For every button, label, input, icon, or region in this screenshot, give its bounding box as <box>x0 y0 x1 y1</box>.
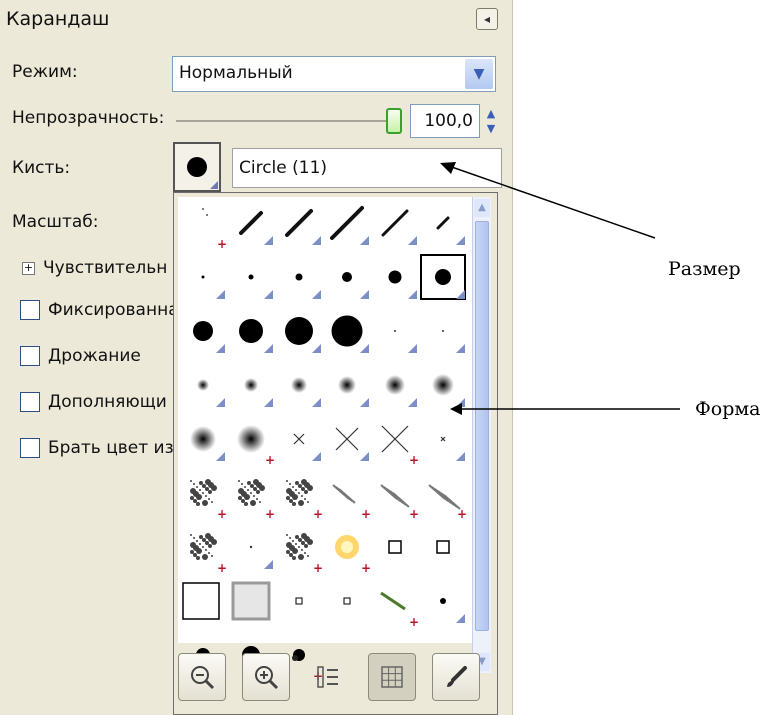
size-callout-label: Размер <box>668 258 741 280</box>
annotation-arrows <box>440 162 680 415</box>
size-arrow-line <box>445 164 656 239</box>
shape-arrowhead <box>450 403 462 415</box>
shape-callout-label: Форма <box>695 398 761 420</box>
